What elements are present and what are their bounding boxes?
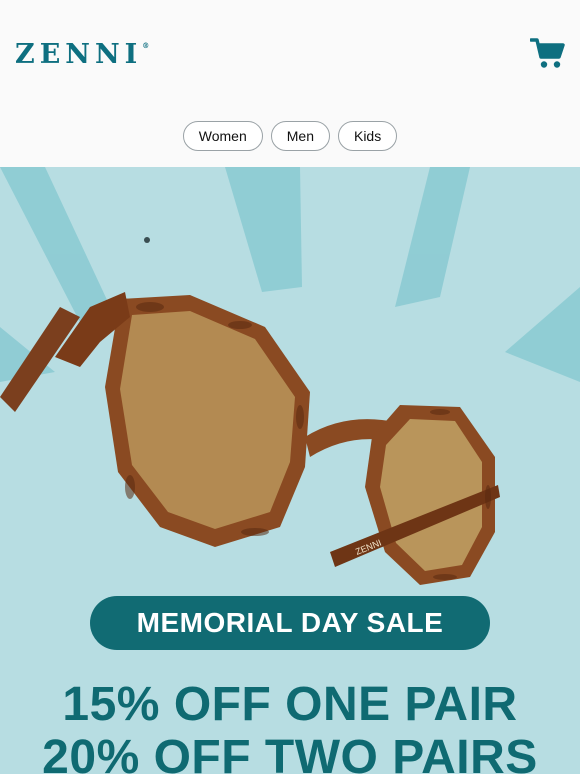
zenni-logo[interactable]: ZENNI® bbox=[15, 41, 149, 68]
category-nav: Women Men Kids bbox=[0, 121, 580, 153]
offer-line-two: 20% OFF TWO PAIRS bbox=[42, 731, 538, 774]
nav-women-button[interactable]: Women bbox=[182, 121, 263, 151]
header: ZENNI® bbox=[0, 0, 580, 110]
shopping-cart-icon[interactable] bbox=[529, 36, 566, 70]
hero-banner[interactable]: ZENNI MEMORIAL DAY SALE 15% OFF ONE PAIR… bbox=[0, 167, 580, 774]
offer-line-one: 15% OFF ONE PAIR bbox=[62, 678, 518, 731]
nav-kids-button[interactable]: Kids bbox=[337, 121, 398, 151]
sale-title-badge: MEMORIAL DAY SALE bbox=[90, 596, 490, 650]
nav-men-button[interactable]: Men bbox=[270, 121, 330, 151]
trademark-symbol: ® bbox=[142, 41, 150, 50]
logo-text: ZENNI bbox=[15, 39, 143, 70]
